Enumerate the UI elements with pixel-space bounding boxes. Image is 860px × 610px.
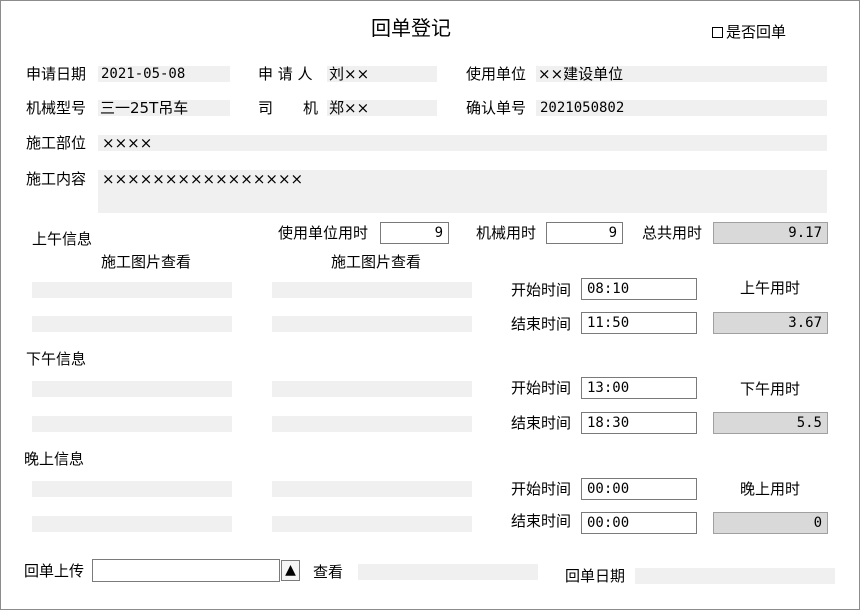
applicant-label: 申 请 人: [258, 65, 313, 83]
checkbox-square-icon[interactable]: [712, 27, 723, 38]
apply-date-value: 2021-05-08: [101, 66, 186, 82]
morning-photo-slot-3[interactable]: [32, 316, 232, 332]
evening-start-label: 开始时间: [511, 480, 572, 498]
machine-model-value: 三一25T吊车: [100, 99, 189, 117]
afternoon-photo-slot-1[interactable]: [32, 381, 232, 397]
morning-duration-output: 3.67: [713, 312, 828, 334]
view-field[interactable]: [358, 564, 538, 580]
applicant-value: 刘××: [329, 65, 370, 83]
driver-label: 司 机: [258, 99, 319, 117]
driver-value: 郑××: [329, 99, 370, 117]
afternoon-photo-slot-3[interactable]: [32, 416, 232, 432]
morning-end-label: 结束时间: [511, 315, 572, 333]
confirm-no-label: 确认单号: [466, 99, 527, 117]
content-label: 施工内容: [26, 170, 87, 188]
evening-duration-output: 0: [713, 512, 828, 534]
evening-duration-label: 晚上用时: [740, 480, 801, 498]
evening-photo-slot-2[interactable]: [272, 481, 472, 497]
upload-arrow-icon[interactable]: ▲: [281, 560, 300, 581]
machine-hours-label: 机械用时: [476, 224, 537, 242]
evening-photo-slot-4[interactable]: [272, 516, 472, 532]
afternoon-photo-slot-4[interactable]: [272, 416, 472, 432]
afternoon-end-input[interactable]: 18:30: [581, 412, 697, 434]
evening-end-label: 结束时间: [511, 512, 572, 530]
site-field[interactable]: [98, 135, 827, 151]
morning-start-label: 开始时间: [511, 281, 572, 299]
upload-file-input[interactable]: [92, 559, 280, 582]
afternoon-start-input[interactable]: 13:00: [581, 377, 697, 399]
unit-hours-input[interactable]: 9: [380, 222, 449, 244]
use-unit-value: ××建设单位: [538, 65, 624, 83]
afternoon-duration-output: 5.5: [713, 412, 828, 434]
evening-start-input[interactable]: 00:00: [581, 478, 697, 500]
view-link[interactable]: 查看: [313, 562, 343, 582]
morning-section-label: 上午信息: [32, 230, 93, 248]
unit-hours-label: 使用单位用时: [278, 224, 369, 242]
return-checkbox[interactable]: 是否回单: [712, 22, 786, 42]
return-date-label: 回单日期: [565, 567, 626, 585]
total-hours-label: 总共用时: [642, 224, 703, 242]
evening-photo-slot-3[interactable]: [32, 516, 232, 532]
afternoon-end-label: 结束时间: [511, 414, 572, 432]
page-title: 回单登记: [371, 16, 451, 40]
morning-duration-label: 上午用时: [740, 279, 801, 297]
afternoon-duration-label: 下午用时: [740, 380, 801, 398]
evening-end-input[interactable]: 00:00: [581, 512, 697, 534]
return-checkbox-label: 是否回单: [726, 23, 787, 41]
morning-photo-slot-2[interactable]: [272, 282, 472, 298]
evening-section-label: 晚上信息: [24, 450, 85, 468]
site-value: ××××: [102, 134, 153, 152]
afternoon-start-label: 开始时间: [511, 379, 572, 397]
machine-hours-input[interactable]: 9: [546, 222, 623, 244]
site-label: 施工部位: [26, 134, 87, 152]
evening-photo-slot-1[interactable]: [32, 481, 232, 497]
content-value: ××××××××××××××××: [102, 170, 304, 188]
use-unit-label: 使用单位: [466, 65, 527, 83]
morning-photo-slot-4[interactable]: [272, 316, 472, 332]
machine-model-label: 机械型号: [26, 99, 87, 117]
photo-view-link-1[interactable]: 施工图片查看: [101, 252, 191, 272]
upload-label: 回单上传: [24, 562, 85, 580]
morning-end-input[interactable]: 11:50: [581, 312, 697, 334]
afternoon-section-label: 下午信息: [26, 350, 87, 368]
return-date-field[interactable]: [635, 568, 835, 584]
morning-start-input[interactable]: 08:10: [581, 278, 697, 300]
total-hours-output: 9.17: [713, 222, 828, 244]
confirm-no-value: 2021050802: [540, 100, 625, 116]
morning-photo-slot-1[interactable]: [32, 282, 232, 298]
photo-view-link-2[interactable]: 施工图片查看: [331, 252, 421, 272]
apply-date-label: 申请日期: [26, 65, 87, 83]
afternoon-photo-slot-2[interactable]: [272, 381, 472, 397]
